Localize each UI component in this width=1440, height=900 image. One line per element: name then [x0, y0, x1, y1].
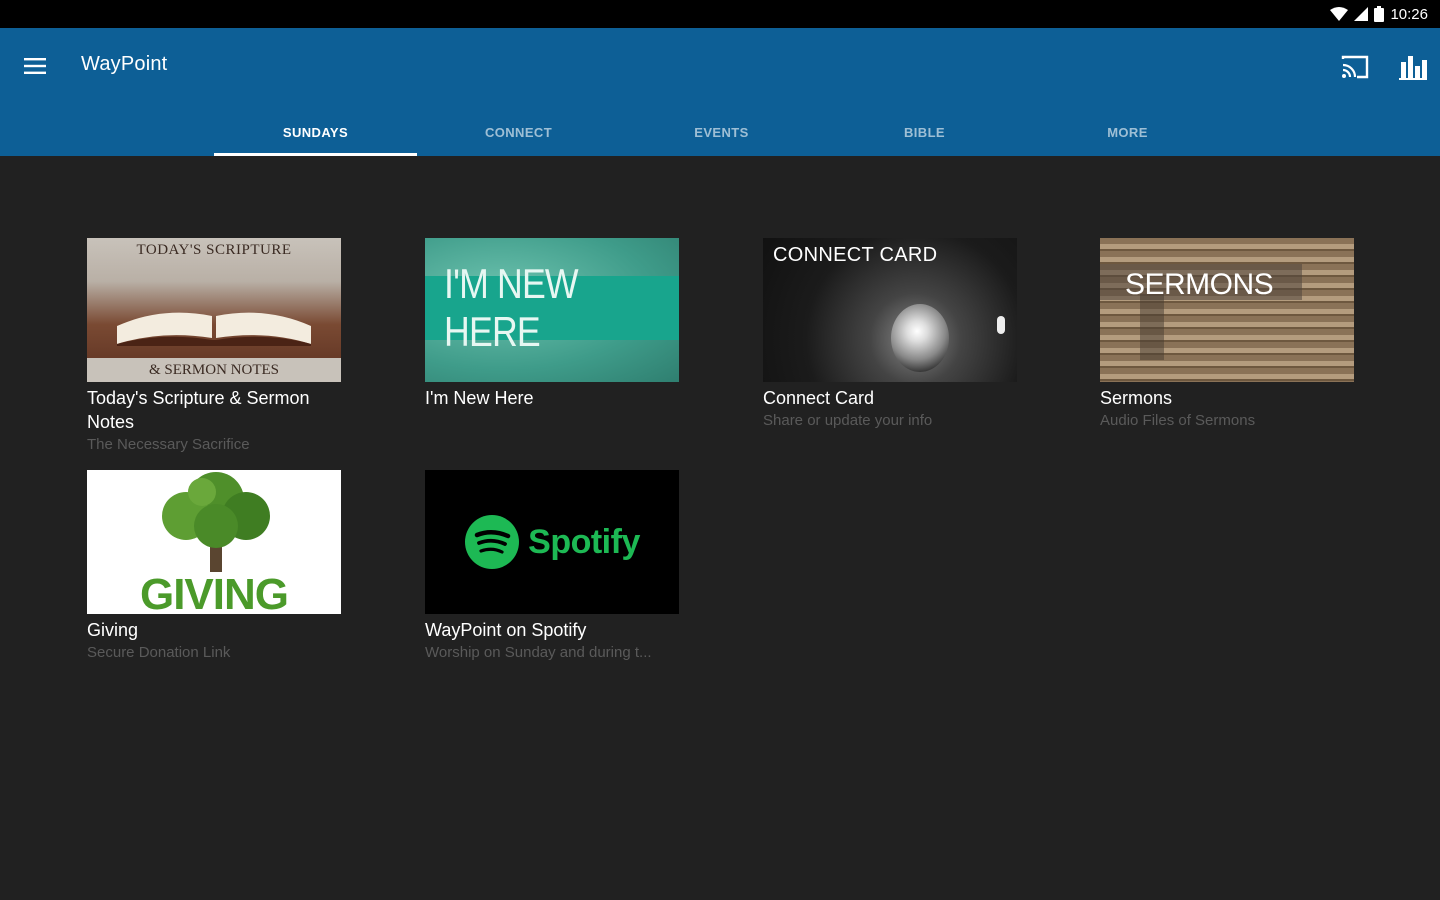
- giving-thumbnail: GIVING: [87, 470, 341, 614]
- thumb-text: I'M NEW HERE: [444, 260, 579, 355]
- card-subtitle: Audio Files of Sermons: [1100, 412, 1256, 429]
- card-subtitle: Secure Donation Link: [87, 644, 231, 661]
- wifi-icon: [1330, 7, 1349, 21]
- card-sermons[interactable]: SERMONS Sermons Audio Files of Sermons: [1100, 238, 1354, 432]
- card-title: Sermons: [1100, 388, 1173, 408]
- open-book-icon: [117, 312, 311, 346]
- tab-bible[interactable]: BIBLE: [823, 108, 1026, 156]
- thumb-text: GIVING: [139, 570, 289, 614]
- spotify-logo-icon: [465, 515, 520, 569]
- card-title: I'm New Here: [425, 388, 534, 408]
- card-im-new-here[interactable]: I'M NEW HERE I'm New Here: [425, 238, 679, 410]
- card-subtitle: Worship on Sunday and during t...: [425, 644, 652, 661]
- card-subtitle: The Necessary Sacrifice: [87, 436, 250, 453]
- thumb-top-text: TODAY'S SCRIPTURE: [136, 242, 292, 258]
- status-bar: 10:26: [0, 0, 1440, 28]
- thumb-text: CONNECT CARD: [773, 244, 938, 266]
- card-waypoint-spotify[interactable]: Spotify WayPoint on Spotify Worship on S…: [425, 470, 679, 664]
- tab-sundays[interactable]: SUNDAYS: [214, 108, 417, 156]
- tab-connect[interactable]: CONNECT: [417, 108, 620, 156]
- light-bulb-icon: [891, 304, 949, 372]
- card-connect-card[interactable]: CONNECT CARD Connect Card Share or updat…: [763, 238, 1017, 432]
- card-title: Today's Scripture & Sermon Notes: [87, 388, 310, 432]
- new-here-thumbnail: I'M NEW HERE: [425, 238, 679, 382]
- card-title: Connect Card: [763, 388, 875, 408]
- menu-icon[interactable]: [20, 50, 52, 82]
- spotify-thumbnail: Spotify: [425, 470, 679, 614]
- thumb-text: Spotify: [528, 522, 640, 561]
- card-title: WayPoint on Spotify: [425, 620, 587, 640]
- small-bulb-icon: [997, 316, 1005, 334]
- battery-icon: [1374, 6, 1385, 22]
- thumb-bottom-text: & SERMON NOTES: [87, 358, 341, 382]
- tab-more[interactable]: MORE: [1026, 108, 1229, 156]
- card-giving[interactable]: GIVING Giving Secure Donation Link: [87, 470, 341, 664]
- card-todays-scripture[interactable]: TODAY'S SCRIPTURE & SERMON NOTES Today's…: [87, 238, 341, 456]
- tree-icon: [162, 472, 270, 572]
- thumb-text: SERMONS: [1125, 268, 1274, 301]
- cast-icon[interactable]: [1338, 50, 1372, 84]
- card-subtitle: Share or update your info: [763, 412, 933, 429]
- app-bar: WayPoint SUNDAYS CONNECT EVENTS BIBLE MO…: [0, 28, 1440, 156]
- connect-card-thumbnail: CONNECT CARD: [763, 238, 1017, 382]
- sermons-thumbnail: SERMONS: [1100, 238, 1354, 382]
- bar-chart-icon[interactable]: [1396, 50, 1430, 84]
- app-title: WayPoint: [81, 53, 168, 75]
- signal-icon: [1354, 7, 1369, 21]
- scripture-thumbnail: TODAY'S SCRIPTURE & SERMON NOTES: [87, 238, 341, 382]
- status-time: 10:26: [1390, 5, 1428, 23]
- tab-bar: SUNDAYS CONNECT EVENTS BIBLE MORE: [214, 108, 1229, 156]
- card-title: Giving: [87, 620, 139, 640]
- tab-events[interactable]: EVENTS: [620, 108, 823, 156]
